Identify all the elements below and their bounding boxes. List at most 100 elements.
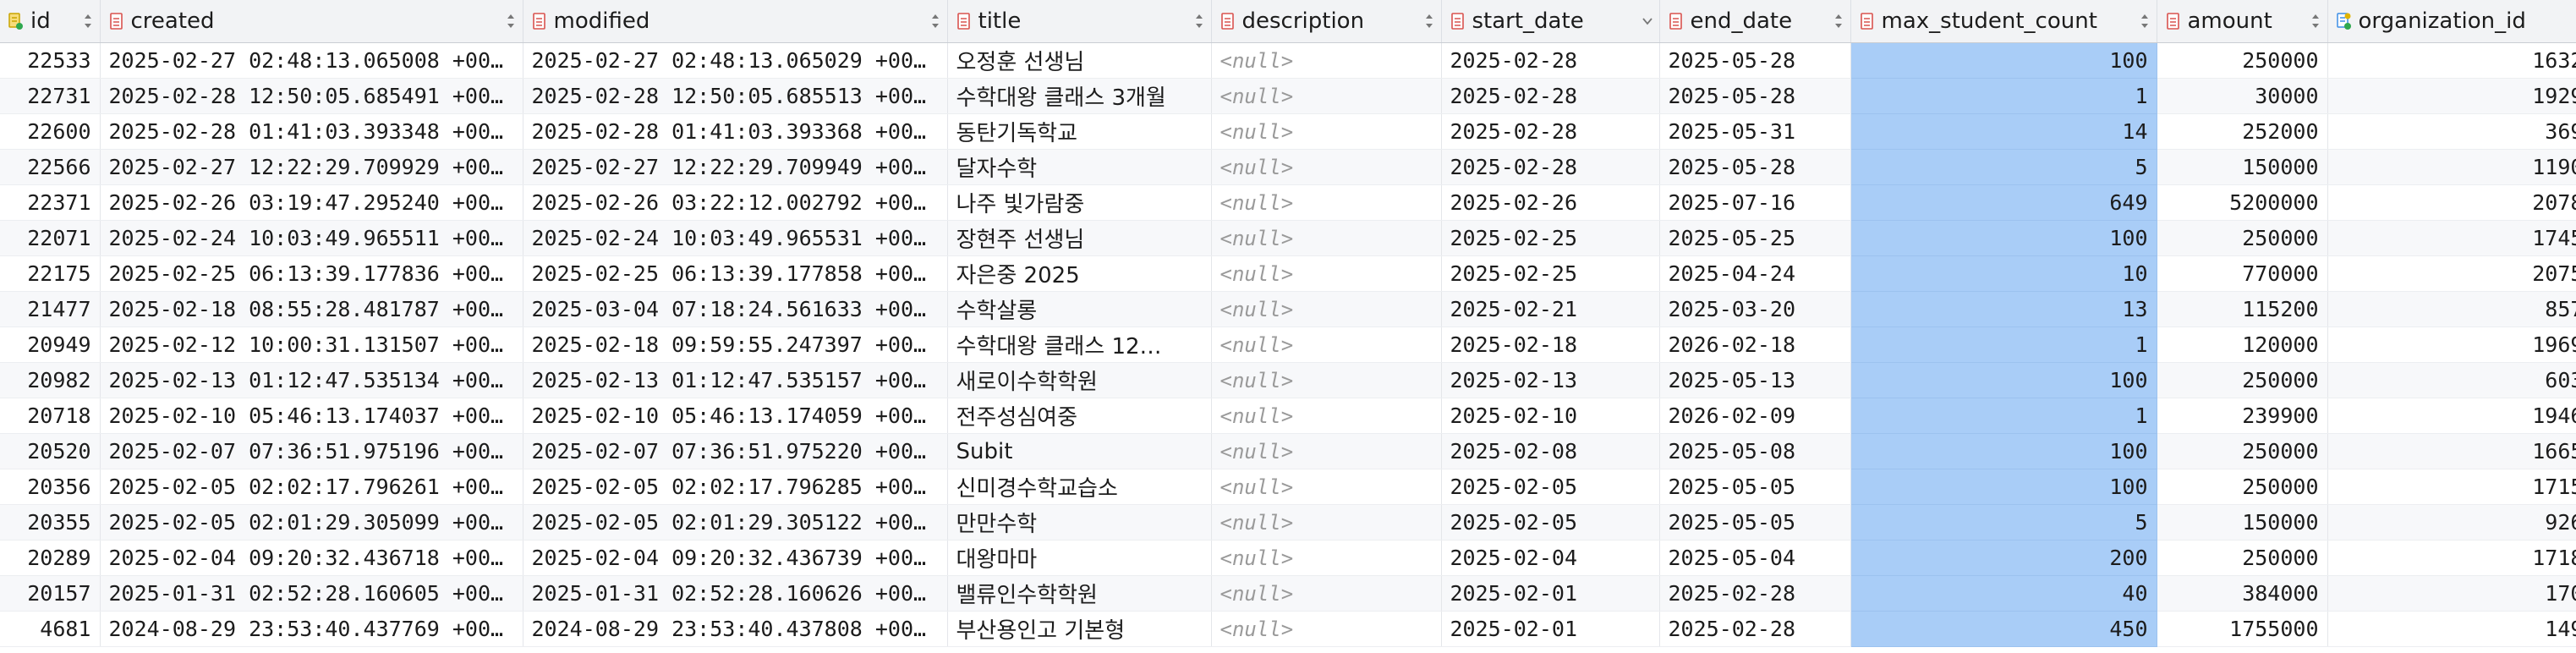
cell-description[interactable]: <null> <box>1211 469 1442 505</box>
sort-toggle-icon[interactable] <box>506 12 516 30</box>
cell-modified[interactable]: 2025-02-25 06:13:39.177858 +00:00 <box>523 255 948 292</box>
table-row[interactable]: 22175 2025-02-25 06:13:39.177836 +00:00 20… <box>0 255 2576 292</box>
cell-title[interactable]: 수학대왕 클래스 3개월 <box>947 78 1212 114</box>
cell-start-date[interactable]: 2025-02-28 <box>1441 78 1660 114</box>
cell-description[interactable]: <null> <box>1211 42 1442 79</box>
cell-created[interactable]: 2025-02-04 09:20:32.436718 +00:00 <box>100 540 523 576</box>
cell-organization-id[interactable]: 20784 <box>2327 184 2576 221</box>
cell-modified[interactable]: 2025-02-04 09:20:32.436739 +00:00 <box>523 540 948 576</box>
cell-title[interactable]: 수학살롱 <box>947 291 1212 327</box>
cell-created[interactable]: 2025-02-10 05:46:13.174037 +00:00 <box>100 398 523 434</box>
sort-toggle-icon[interactable] <box>2140 12 2150 30</box>
cell-organization-id[interactable]: 17187 <box>2327 540 2576 576</box>
cell-organization-id[interactable]: 6033 <box>2327 362 2576 398</box>
cell-id[interactable]: 20289 <box>0 540 101 576</box>
cell-description[interactable]: <null> <box>1211 362 1442 398</box>
cell-id[interactable]: 22071 <box>0 220 101 256</box>
cell-id[interactable]: 4681 <box>0 611 101 647</box>
cell-start-date[interactable]: 2025-02-28 <box>1441 149 1660 185</box>
cell-created[interactable]: 2025-02-27 12:22:29.709929 +00:00 <box>100 149 523 185</box>
column-header-title[interactable]: title <box>947 0 1212 43</box>
column-header-created[interactable]: created <box>100 0 523 43</box>
cell-id[interactable]: 20718 <box>0 398 101 434</box>
cell-end-date[interactable]: 2025-05-31 <box>1659 113 1851 150</box>
cell-organization-id[interactable]: 19299 <box>2327 78 2576 114</box>
cell-created[interactable]: 2025-02-25 06:13:39.177836 +00:00 <box>100 255 523 292</box>
cell-max-student-count[interactable]: 200 <box>1850 540 2157 576</box>
cell-created[interactable]: 2024-08-29 23:53:40.437769 +00:00 <box>100 611 523 647</box>
cell-end-date[interactable]: 2025-04-24 <box>1659 255 1851 292</box>
sort-toggle-icon[interactable] <box>1424 12 1434 30</box>
cell-start-date[interactable]: 2025-02-13 <box>1441 362 1660 398</box>
cell-max-student-count[interactable]: 100 <box>1850 362 2157 398</box>
cell-description[interactable]: <null> <box>1211 540 1442 576</box>
cell-id[interactable]: 22566 <box>0 149 101 185</box>
cell-max-student-count[interactable]: 40 <box>1850 575 2157 612</box>
table-row[interactable]: 20355 2025-02-05 02:01:29.305099 +00:00 20… <box>0 504 2576 541</box>
cell-title[interactable]: 만만수학 <box>947 504 1212 541</box>
cell-amount[interactable]: 250000 <box>2157 469 2328 505</box>
cell-end-date[interactable]: 2025-05-04 <box>1659 540 1851 576</box>
cell-organization-id[interactable]: 19464 <box>2327 398 2576 434</box>
cell-amount[interactable]: 150000 <box>2157 504 2328 541</box>
column-header-max-student-count[interactable]: max_student_count <box>1850 0 2157 43</box>
cell-end-date[interactable]: 2026-02-18 <box>1659 326 1851 363</box>
table-row[interactable]: 22071 2025-02-24 10:03:49.965511 +00:00 20… <box>0 220 2576 256</box>
cell-description[interactable]: <null> <box>1211 575 1442 612</box>
cell-title[interactable]: 부산용인고 기본형 <box>947 611 1212 647</box>
cell-description[interactable]: <null> <box>1211 398 1442 434</box>
cell-end-date[interactable]: 2025-02-28 <box>1659 575 1851 612</box>
sort-descending-icon[interactable] <box>1642 12 1652 30</box>
cell-id[interactable]: 21477 <box>0 291 101 327</box>
cell-title[interactable]: 달자수학 <box>947 149 1212 185</box>
cell-amount[interactable]: 150000 <box>2157 149 2328 185</box>
cell-description[interactable]: <null> <box>1211 504 1442 541</box>
cell-amount[interactable]: 252000 <box>2157 113 2328 150</box>
cell-created[interactable]: 2025-02-13 01:12:47.535134 +00:00 <box>100 362 523 398</box>
cell-amount[interactable]: 250000 <box>2157 540 2328 576</box>
cell-description[interactable]: <null> <box>1211 433 1442 469</box>
cell-max-student-count[interactable]: 13 <box>1850 291 2157 327</box>
cell-modified[interactable]: 2025-02-10 05:46:13.174059 +00:00 <box>523 398 948 434</box>
cell-id[interactable]: 20356 <box>0 469 101 505</box>
cell-id[interactable]: 22731 <box>0 78 101 114</box>
cell-title[interactable]: 장현주 선생님 <box>947 220 1212 256</box>
column-header-id[interactable]: id <box>0 0 101 43</box>
cell-organization-id[interactable]: 11907 <box>2327 149 2576 185</box>
table-row[interactable]: 20718 2025-02-10 05:46:13.174037 +00:00 20… <box>0 398 2576 434</box>
cell-start-date[interactable]: 2025-02-28 <box>1441 113 1660 150</box>
cell-modified[interactable]: 2025-02-27 12:22:29.709949 +00:00 <box>523 149 948 185</box>
cell-max-student-count[interactable]: 450 <box>1850 611 2157 647</box>
cell-modified[interactable]: 2025-02-28 01:41:03.393368 +00:00 <box>523 113 948 150</box>
cell-organization-id[interactable]: 1495 <box>2327 611 2576 647</box>
cell-created[interactable]: 2025-02-28 01:41:03.393348 +00:00 <box>100 113 523 150</box>
cell-description[interactable]: <null> <box>1211 149 1442 185</box>
cell-title[interactable]: 오정훈 선생님 <box>947 42 1212 79</box>
cell-max-student-count[interactable]: 5 <box>1850 149 2157 185</box>
cell-title[interactable]: 새로이수학학원 <box>947 362 1212 398</box>
cell-modified[interactable]: 2025-02-05 02:01:29.305122 +00:00 <box>523 504 948 541</box>
cell-title[interactable]: 동탄기독학교 <box>947 113 1212 150</box>
table-row[interactable]: 22566 2025-02-27 12:22:29.709929 +00:00 20… <box>0 149 2576 185</box>
table-row[interactable]: 22600 2025-02-28 01:41:03.393348 +00:00 20… <box>0 113 2576 150</box>
cell-created[interactable]: 2025-02-28 12:50:05.685491 +00:00 <box>100 78 523 114</box>
cell-description[interactable]: <null> <box>1211 326 1442 363</box>
cell-title[interactable]: 수학대왕 클래스 12… <box>947 326 1212 363</box>
cell-organization-id[interactable]: 3691 <box>2327 113 2576 150</box>
cell-created[interactable]: 2025-02-18 08:55:28.481787 +00:00 <box>100 291 523 327</box>
cell-end-date[interactable]: 2025-05-05 <box>1659 504 1851 541</box>
cell-max-student-count[interactable]: 5 <box>1850 504 2157 541</box>
cell-end-date[interactable]: 2025-05-28 <box>1659 78 1851 114</box>
cell-amount[interactable]: 384000 <box>2157 575 2328 612</box>
table-row[interactable]: 22371 2025-02-26 03:19:47.295240 +00:00 20… <box>0 184 2576 221</box>
cell-description[interactable]: <null> <box>1211 184 1442 221</box>
cell-amount[interactable]: 239900 <box>2157 398 2328 434</box>
table-row[interactable]: 22533 2025-02-27 02:48:13.065008 +00:00 20… <box>0 42 2576 79</box>
cell-max-student-count[interactable]: 100 <box>1850 42 2157 79</box>
cell-amount[interactable]: 250000 <box>2157 42 2328 79</box>
cell-max-student-count[interactable]: 10 <box>1850 255 2157 292</box>
sort-toggle-icon[interactable] <box>83 12 93 30</box>
cell-description[interactable]: <null> <box>1211 611 1442 647</box>
cell-max-student-count[interactable]: 1 <box>1850 78 2157 114</box>
cell-description[interactable]: <null> <box>1211 255 1442 292</box>
